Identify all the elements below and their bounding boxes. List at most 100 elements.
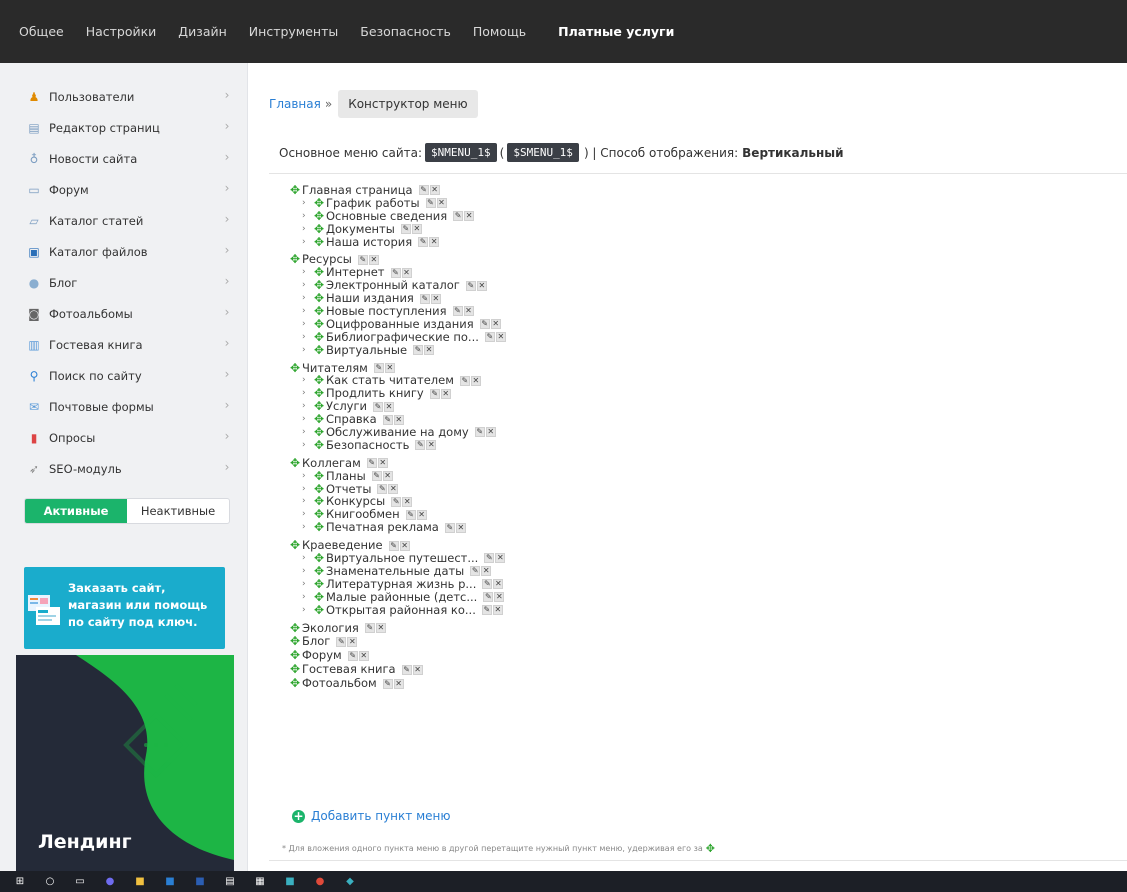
- edit-icon[interactable]: ✎: [452, 306, 463, 317]
- menu-item[interactable]: ✥ Гостевая книга ✎ ✕: [290, 663, 506, 676]
- expand-arrow-icon[interactable]: ›: [302, 344, 314, 357]
- edit-icon[interactable]: ✎: [459, 375, 470, 386]
- submenu-item[interactable]: › ✥ График работы ✎ ✕: [290, 196, 506, 210]
- edit-icon[interactable]: ✎: [388, 540, 399, 551]
- expand-arrow-icon[interactable]: ›: [302, 495, 314, 508]
- sidebar-item[interactable]: ▣ Каталог файлов ›: [24, 236, 238, 267]
- edit-icon[interactable]: ✎: [479, 319, 490, 330]
- delete-icon[interactable]: ✕: [494, 592, 505, 603]
- drag-handle-icon[interactable]: ✥: [290, 253, 302, 266]
- submenu-item[interactable]: › ✥ Безопасность ✎ ✕: [290, 439, 506, 452]
- sidebar-item[interactable]: ✉ Почтовые формы ›: [24, 391, 238, 422]
- delete-icon[interactable]: ✕: [463, 306, 474, 317]
- drag-handle-icon[interactable]: ✥: [314, 426, 326, 439]
- delete-icon[interactable]: ✕: [377, 458, 388, 469]
- submenu-item[interactable]: › ✥ Документы ✎ ✕: [290, 222, 506, 236]
- tab-active[interactable]: Активные: [25, 499, 127, 523]
- edit-icon[interactable]: ✎: [391, 496, 402, 507]
- delete-icon[interactable]: ✕: [412, 664, 423, 675]
- drag-handle-icon[interactable]: ✥: [290, 663, 302, 676]
- delete-icon[interactable]: ✕: [485, 427, 496, 438]
- edit-icon[interactable]: ✎: [484, 332, 495, 343]
- nav-design[interactable]: Дизайн: [178, 24, 227, 39]
- drag-handle-icon[interactable]: ✥: [290, 184, 302, 197]
- add-menu-item-link[interactable]: + Добавить пункт меню: [292, 809, 450, 823]
- breadcrumb-home-link[interactable]: Главная: [269, 97, 321, 111]
- edit-icon[interactable]: ✎: [474, 427, 485, 438]
- drag-handle-icon[interactable]: ✥: [290, 649, 302, 662]
- edit-icon[interactable]: ✎: [347, 650, 358, 661]
- edit-icon[interactable]: ✎: [425, 198, 436, 209]
- delete-icon[interactable]: ✕: [358, 650, 369, 661]
- drag-handle-icon[interactable]: ✥: [314, 590, 326, 604]
- expand-arrow-icon[interactable]: ›: [302, 197, 314, 210]
- expand-arrow-icon[interactable]: ›: [302, 578, 314, 591]
- delete-icon[interactable]: ✕: [495, 553, 506, 564]
- expand-arrow-icon[interactable]: ›: [302, 318, 314, 331]
- submenu-item[interactable]: › ✥ Виртуальные ✎ ✕: [290, 343, 506, 357]
- menu-item[interactable]: ✥ Экология ✎ ✕: [290, 621, 506, 635]
- expand-arrow-icon[interactable]: ›: [302, 279, 314, 292]
- menu-item[interactable]: ✥ Главная страница ✎ ✕: [290, 184, 506, 197]
- drag-handle-icon[interactable]: ✥: [290, 635, 302, 648]
- delete-icon[interactable]: ✕: [481, 566, 492, 577]
- delete-icon[interactable]: ✕: [492, 605, 503, 616]
- edit-icon[interactable]: ✎: [418, 185, 429, 196]
- file-explorer-icon[interactable]: ■: [132, 875, 148, 889]
- expand-arrow-icon[interactable]: ›: [302, 439, 314, 452]
- app-circle-icon[interactable]: ●: [102, 875, 118, 889]
- expand-arrow-icon[interactable]: ›: [302, 413, 314, 426]
- delete-icon[interactable]: ✕: [368, 254, 379, 265]
- sidebar-item[interactable]: ⚲ Поиск по сайту ›: [24, 360, 238, 391]
- edit-icon[interactable]: ✎: [364, 622, 375, 633]
- edit-icon[interactable]: ✎: [373, 401, 384, 412]
- expand-arrow-icon[interactable]: ›: [302, 483, 314, 496]
- expand-arrow-icon[interactable]: ›: [302, 223, 314, 236]
- drag-handle-icon[interactable]: ✥: [290, 621, 302, 635]
- sidebar-item[interactable]: ▮ Опросы ›: [24, 422, 238, 453]
- submenu-item[interactable]: › ✥ Печатная реклама ✎ ✕: [290, 521, 506, 534]
- menu-item[interactable]: ✥ Фотоальбом ✎ ✕: [290, 677, 506, 690]
- submenu-item[interactable]: › ✥ Наша история ✎ ✕: [290, 235, 506, 249]
- expand-arrow-icon[interactable]: ›: [302, 331, 314, 344]
- submenu-item[interactable]: › ✥ Литературная жизнь р... ✎ ✕: [290, 577, 506, 591]
- expand-arrow-icon[interactable]: ›: [302, 305, 314, 318]
- delete-icon[interactable]: ✕: [436, 198, 447, 209]
- expand-arrow-icon[interactable]: ›: [302, 604, 314, 617]
- expand-arrow-icon[interactable]: ›: [302, 374, 314, 387]
- delete-icon[interactable]: ✕: [476, 280, 487, 291]
- edit-icon[interactable]: ✎: [453, 211, 464, 222]
- expand-arrow-icon[interactable]: ›: [302, 266, 314, 279]
- drag-handle-icon[interactable]: ✥: [290, 456, 302, 470]
- drag-handle-icon[interactable]: ✥: [290, 539, 302, 552]
- sidebar-item[interactable]: ♟ Пользователи ›: [24, 81, 238, 112]
- delete-icon[interactable]: ✕: [429, 185, 440, 196]
- edit-icon[interactable]: ✎: [382, 414, 393, 425]
- delete-icon[interactable]: ✕: [382, 471, 393, 482]
- expand-arrow-icon[interactable]: ›: [302, 508, 314, 521]
- delete-icon[interactable]: ✕: [464, 211, 475, 222]
- drag-handle-icon[interactable]: ✥: [314, 565, 326, 578]
- delete-icon[interactable]: ✕: [411, 224, 422, 235]
- drag-handle-icon[interactable]: ✥: [314, 330, 326, 344]
- nav-paid-services[interactable]: Платные услуги: [558, 24, 674, 39]
- expand-arrow-icon[interactable]: ›: [302, 292, 314, 305]
- delete-icon[interactable]: ✕: [401, 267, 412, 278]
- menu-code-smenu[interactable]: $SMENU_1$: [507, 143, 579, 162]
- drag-handle-icon[interactable]: ✥: [314, 305, 326, 318]
- edit-icon[interactable]: ✎: [482, 579, 493, 590]
- app-icon[interactable]: ◆: [342, 875, 358, 889]
- menu-item[interactable]: ✥ Форум ✎ ✕: [290, 649, 506, 662]
- delete-icon[interactable]: ✕: [402, 496, 413, 507]
- delete-icon[interactable]: ✕: [490, 319, 501, 330]
- expand-arrow-icon[interactable]: ›: [302, 565, 314, 578]
- delete-icon[interactable]: ✕: [495, 332, 506, 343]
- edit-icon[interactable]: ✎: [371, 471, 382, 482]
- sidebar-item[interactable]: ♁ Новости сайта ›: [24, 143, 238, 174]
- promo-order-site[interactable]: Заказать сайт, магазин или помощь по сай…: [24, 567, 225, 649]
- expand-arrow-icon[interactable]: ›: [302, 210, 314, 223]
- sidebar-item[interactable]: ➶ SEO-модуль ›: [24, 453, 238, 484]
- delete-icon[interactable]: ✕: [429, 237, 440, 247]
- submenu-item[interactable]: › ✥ Малые районные (детс... ✎ ✕: [290, 590, 506, 604]
- drag-handle-icon[interactable]: ✥: [314, 235, 326, 249]
